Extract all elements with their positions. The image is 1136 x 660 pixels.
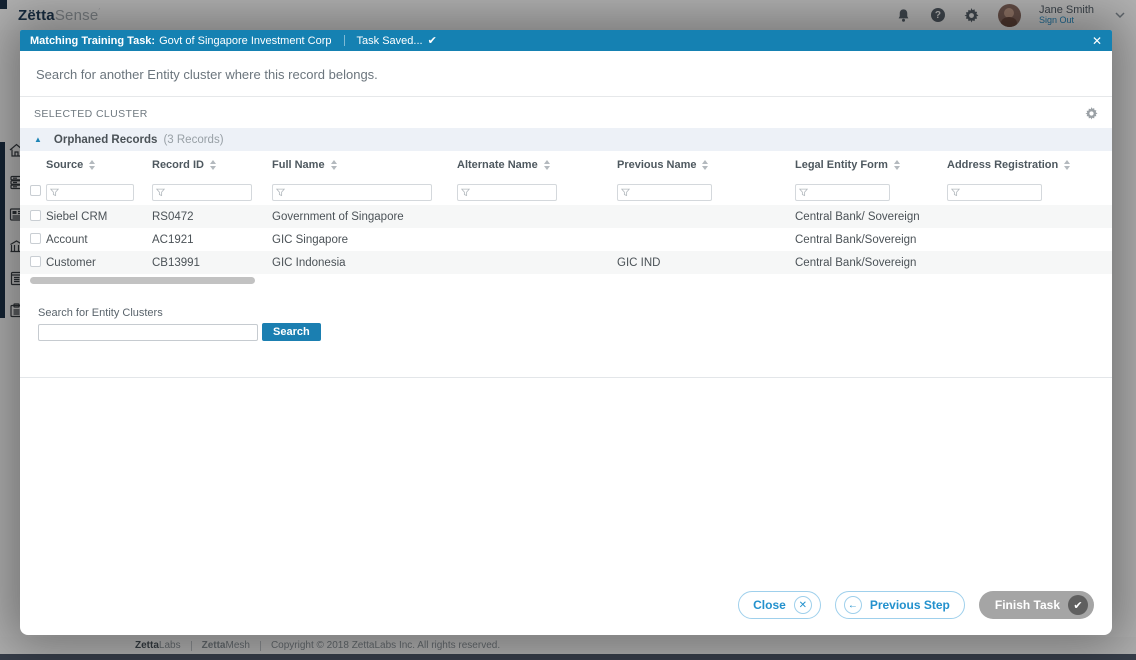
search-button[interactable]: Search xyxy=(262,323,321,341)
funnel-icon xyxy=(799,188,808,197)
filter-input-legal-entity-form[interactable] xyxy=(811,186,886,199)
finish-check-icon: ✔ xyxy=(1068,595,1088,615)
section-title: SELECTED CLUSTER xyxy=(34,108,148,120)
sort-icon xyxy=(331,160,337,170)
filter-record-id[interactable] xyxy=(152,184,252,201)
screen: ZëttaSense´ ? Jane Smith Sign Out xyxy=(0,0,1136,660)
modal-title-label: Matching Training Task: xyxy=(30,35,155,47)
funnel-icon xyxy=(951,188,960,197)
filter-input-source[interactable] xyxy=(62,186,130,199)
filter-input-alternate-name[interactable] xyxy=(473,186,553,199)
saved-check-icon: ✔ xyxy=(428,34,437,47)
modal-title-divider xyxy=(344,35,345,46)
row-checkbox[interactable] xyxy=(30,210,41,221)
funnel-icon xyxy=(50,188,59,197)
col-header-source[interactable]: Source xyxy=(46,159,152,171)
sort-icon xyxy=(544,160,550,170)
close-button[interactable]: Close ✕ xyxy=(738,591,821,619)
funnel-icon xyxy=(461,188,470,197)
entity-cluster-search-input[interactable] xyxy=(38,324,258,341)
col-header-address-registration[interactable]: Address Registration xyxy=(947,159,1105,171)
horizontal-scrollbar xyxy=(20,277,1112,285)
table-header-row: Source Record ID Full Name Alternate Nam… xyxy=(20,151,1112,179)
modal-close-icon[interactable]: ✕ xyxy=(1092,34,1102,48)
filter-legal-entity-form[interactable] xyxy=(795,184,890,201)
previous-step-button[interactable]: ← Previous Step xyxy=(835,591,965,619)
modal-title-value: Govt of Singapore Investment Corp xyxy=(159,35,331,47)
horizontal-scrollbar-thumb[interactable] xyxy=(30,277,255,284)
close-x-icon: ✕ xyxy=(794,596,812,614)
col-header-previous-name[interactable]: Previous Name xyxy=(617,159,795,171)
filter-input-full-name[interactable] xyxy=(288,186,428,199)
table-filter-row xyxy=(20,179,1112,205)
filter-input-previous-name[interactable] xyxy=(633,186,708,199)
collapse-arrow-icon[interactable]: ▲ xyxy=(34,135,42,144)
row-checkbox[interactable] xyxy=(30,233,41,244)
col-header-legal-entity-form[interactable]: Legal Entity Form xyxy=(795,159,947,171)
sort-icon xyxy=(702,160,708,170)
table-row[interactable]: Siebel CRM RS0472 Government of Singapor… xyxy=(20,205,1112,228)
filter-full-name[interactable] xyxy=(272,184,432,201)
sort-icon xyxy=(894,160,900,170)
finish-task-button[interactable]: Finish Task ✔ xyxy=(979,591,1094,619)
col-header-full-name[interactable]: Full Name xyxy=(272,159,457,171)
sort-icon xyxy=(210,160,216,170)
modal-instruction: Search for another Entity cluster where … xyxy=(20,51,1112,97)
search-label: Search for Entity Clusters xyxy=(38,307,1112,319)
col-header-record-id[interactable]: Record ID xyxy=(152,159,272,171)
col-header-alternate-name[interactable]: Alternate Name xyxy=(457,159,617,171)
selected-cluster-header: SELECTED CLUSTER xyxy=(20,97,1112,124)
filter-previous-name[interactable] xyxy=(617,184,712,201)
filter-source[interactable] xyxy=(46,184,134,201)
modal-title-bar: Matching Training Task: Govt of Singapor… xyxy=(20,30,1112,51)
filter-address-registration[interactable] xyxy=(947,184,1042,201)
funnel-icon xyxy=(621,188,630,197)
task-saved-status: Task Saved... ✔ xyxy=(357,34,437,47)
modal-actions: Close ✕ ← Previous Step Finish Task ✔ xyxy=(738,591,1094,619)
funnel-icon xyxy=(276,188,285,197)
table-row[interactable]: Account AC1921 GIC Singapore Central Ban… xyxy=(20,228,1112,251)
accordion-count: (3 Records) xyxy=(163,134,223,146)
funnel-icon xyxy=(156,188,165,197)
accordion-title: Orphaned Records xyxy=(54,134,158,146)
content-divider xyxy=(20,377,1112,378)
select-all-checkbox[interactable] xyxy=(30,185,41,196)
filter-alternate-name[interactable] xyxy=(457,184,557,201)
matching-task-modal: Matching Training Task: Govt of Singapor… xyxy=(20,30,1112,635)
filter-input-address-registration[interactable] xyxy=(963,186,1038,199)
back-arrow-icon: ← xyxy=(844,596,862,614)
table-row[interactable]: Customer CB13991 GIC Indonesia GIC IND C… xyxy=(20,251,1112,274)
sort-icon xyxy=(1064,160,1070,170)
records-table: Source Record ID Full Name Alternate Nam… xyxy=(20,151,1112,285)
sort-icon xyxy=(89,160,95,170)
orphaned-records-accordion[interactable]: ▲ Orphaned Records (3 Records) xyxy=(20,128,1112,151)
table-settings-gear-icon[interactable] xyxy=(1085,107,1098,120)
entity-cluster-search: Search for Entity Clusters Search xyxy=(38,307,1112,341)
filter-input-record-id[interactable] xyxy=(168,186,248,199)
row-checkbox[interactable] xyxy=(30,256,41,267)
